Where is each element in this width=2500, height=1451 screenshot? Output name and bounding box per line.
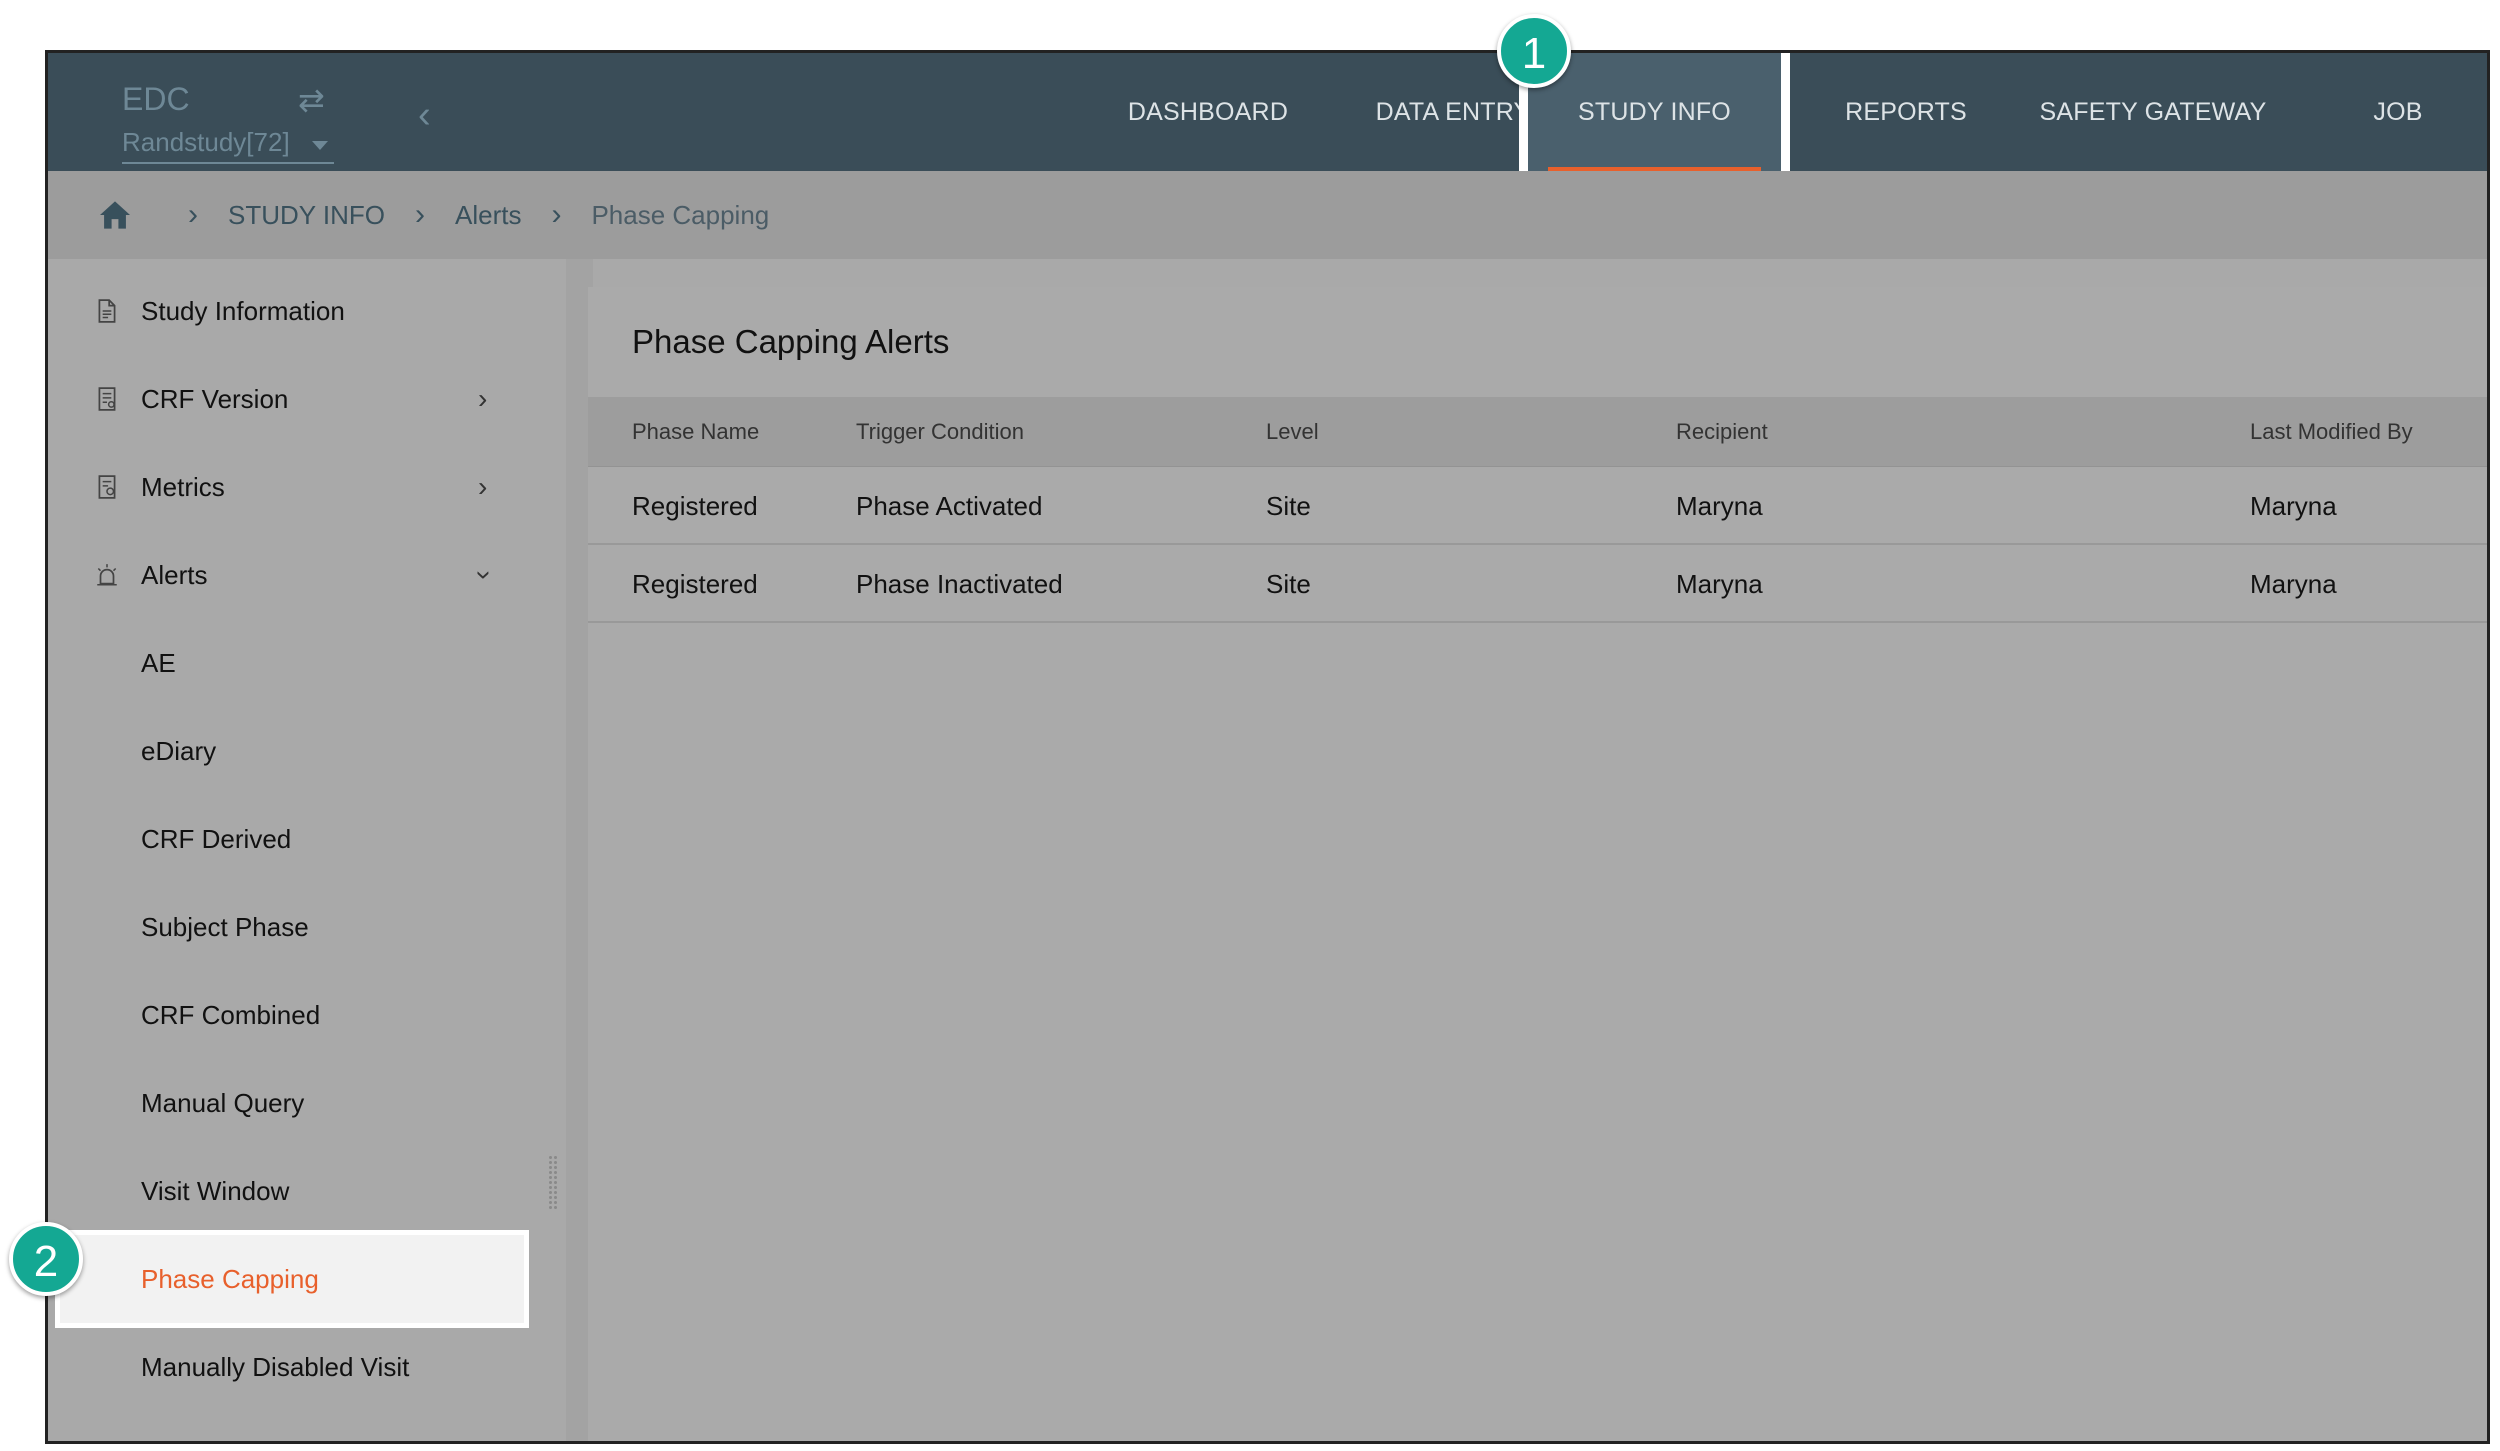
sidebar-subitem-subject-phase[interactable]: Subject Phase bbox=[48, 883, 588, 971]
table-cell: Registered bbox=[632, 491, 758, 521]
nav-safety-gateway[interactable]: SAFETY GATEWAY bbox=[2008, 53, 2298, 171]
top-navigation-bar: EDC ⇄ Randstudy[72] ‹ DASHBOARD DATA ENT… bbox=[48, 53, 2487, 171]
breadcrumb-current: Phase Capping bbox=[591, 199, 770, 230]
sidebar-subitem-label: CRF Combined bbox=[141, 999, 321, 1030]
sidebar-subitem-manually-disabled-visit[interactable]: Manually Disabled Visit bbox=[48, 1323, 588, 1411]
nav-study-info-label: STUDY INFO bbox=[1578, 97, 1731, 126]
sidebar-subitem-crf-combined[interactable]: CRF Combined bbox=[48, 971, 588, 1059]
chevron-right-icon: › bbox=[478, 471, 488, 502]
sidebar-subitem-label: CRF Derived bbox=[141, 823, 292, 854]
chevron-down-icon: › bbox=[469, 570, 501, 580]
sidebar-subitem-label: Subject Phase bbox=[141, 911, 309, 942]
sidebar-subitem-label: AE bbox=[141, 647, 176, 678]
table-cell: Registered bbox=[632, 569, 758, 599]
caret-down-icon[interactable] bbox=[312, 141, 328, 150]
sidebar-subitem-label: Phase Capping bbox=[141, 1263, 319, 1294]
column-header[interactable]: Recipient bbox=[1676, 419, 1768, 445]
table-cell: Maryna bbox=[1676, 491, 1763, 521]
table-cell: Phase Activated bbox=[856, 491, 1043, 521]
sidebar-item-crf-version[interactable]: CRF Version › bbox=[48, 355, 588, 443]
step-badge-2: 2 bbox=[9, 1222, 83, 1296]
sidebar-subitem-manual-query[interactable]: Manual Query bbox=[48, 1059, 588, 1147]
sidebar-subitem-label: Manually Disabled Visit bbox=[141, 1351, 410, 1382]
table-cell: Maryna bbox=[1676, 569, 1763, 599]
nav-reports[interactable]: REPORTS bbox=[1781, 53, 2031, 171]
sidebar-item-label: Alerts bbox=[141, 559, 208, 590]
alarm-icon bbox=[97, 564, 117, 586]
breadcrumb: › STUDY INFO › Alerts › Phase Capping bbox=[48, 171, 2487, 259]
sidebar-item-alerts[interactable]: Alerts › bbox=[48, 531, 588, 619]
table-cell: Site bbox=[1266, 491, 1311, 521]
table-header: Phase Name Trigger Condition Level Recip… bbox=[588, 397, 2487, 467]
sidebar-subitem-visit-window[interactable]: Visit Window bbox=[48, 1147, 588, 1235]
column-header[interactable]: Trigger Condition bbox=[856, 419, 1024, 445]
sidebar-item-label: Study Information bbox=[141, 295, 345, 326]
study-selector[interactable]: Randstudy[72] bbox=[122, 127, 334, 164]
app-frame: EDC ⇄ Randstudy[72] ‹ DASHBOARD DATA ENT… bbox=[45, 50, 2490, 1444]
column-header[interactable]: Last Modified By bbox=[2250, 419, 2413, 445]
swap-arrows-icon[interactable]: ⇄ bbox=[298, 81, 325, 119]
column-header[interactable]: Level bbox=[1266, 419, 1319, 445]
step-badge-1: 1 bbox=[1497, 14, 1571, 88]
chevron-right-icon: › bbox=[414, 198, 425, 231]
breadcrumb-study-info[interactable]: STUDY INFO bbox=[228, 200, 385, 231]
sidebar-subitem-label: Visit Window bbox=[141, 1175, 290, 1206]
table-row[interactable]: Registered Phase Inactivated Site Maryna… bbox=[588, 545, 2487, 623]
sidebar-item-metrics[interactable]: Metrics › bbox=[48, 443, 588, 531]
table-cell: Site bbox=[1266, 569, 1311, 599]
page-title: Phase Capping Alerts bbox=[632, 323, 950, 360]
table-cell: Phase Inactivated bbox=[856, 569, 1063, 599]
table-cell: Maryna bbox=[2250, 491, 2337, 521]
app-name: EDC bbox=[122, 81, 190, 117]
document-icon bbox=[98, 299, 116, 323]
sidebar-subitem-ediary[interactable]: eDiary bbox=[48, 707, 588, 795]
sidebar-subitem-label: Manual Query bbox=[141, 1087, 305, 1118]
sidebar-item-label: CRF Version bbox=[141, 383, 289, 414]
nav-dashboard[interactable]: DASHBOARD bbox=[1083, 53, 1333, 171]
column-header[interactable]: Phase Name bbox=[632, 419, 759, 445]
chevron-right-icon: › bbox=[478, 383, 488, 414]
crf-icon bbox=[98, 387, 116, 411]
table-row[interactable]: Registered Phase Activated Site Maryna M… bbox=[588, 467, 2487, 545]
sidebar-subitem-crf-derived[interactable]: CRF Derived bbox=[48, 795, 588, 883]
table-cell: Maryna bbox=[2250, 569, 2337, 599]
chevron-left-icon[interactable]: ‹ bbox=[418, 95, 444, 135]
sidebar-item-study-information[interactable]: Study Information bbox=[48, 267, 588, 355]
sidebar-item-label: Metrics bbox=[141, 471, 225, 502]
nav-study-info[interactable]: STUDY INFO bbox=[1528, 53, 1781, 171]
content-panel: Phase Capping Alerts Phase Name Trigger … bbox=[588, 287, 2487, 1441]
home-icon[interactable] bbox=[98, 200, 132, 230]
chevron-right-icon: › bbox=[551, 198, 562, 231]
nav-job[interactable]: JOB bbox=[2298, 53, 2487, 171]
metrics-icon bbox=[98, 475, 116, 499]
breadcrumb-alerts[interactable]: Alerts bbox=[455, 200, 521, 231]
sidebar-subitem-phase-capping[interactable]: Phase Capping bbox=[60, 1235, 524, 1323]
sidebar-subitem-label: eDiary bbox=[141, 735, 217, 766]
sidebar-subitem-ae[interactable]: AE bbox=[48, 619, 588, 707]
chevron-right-icon: › bbox=[188, 198, 198, 231]
